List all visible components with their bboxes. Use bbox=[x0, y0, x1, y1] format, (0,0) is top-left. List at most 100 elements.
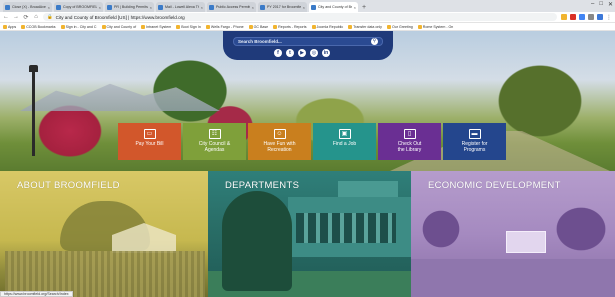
clipboard-icon: ☷ bbox=[208, 129, 221, 139]
bookmark-item[interactable]: City and County of bbox=[101, 24, 136, 29]
extension-icon[interactable] bbox=[570, 14, 576, 20]
bookmark-item[interactable]: GC Base bbox=[248, 24, 269, 29]
browser-tab[interactable]: Public Access Permits Onl× bbox=[207, 2, 256, 12]
bookmark-item[interactable]: Apps bbox=[3, 24, 16, 29]
bookmark-item[interactable]: CCOB Bookmarks bbox=[21, 24, 56, 29]
bookmark-item[interactable]: Joomla Republic bbox=[311, 24, 343, 29]
quick-link-tile[interactable]: ▬ Register for Programs bbox=[443, 123, 506, 160]
close-tab-icon[interactable]: × bbox=[99, 5, 101, 10]
lamp-post bbox=[29, 65, 38, 156]
extension-icon[interactable] bbox=[588, 14, 594, 20]
feature-panels: About Broomfield Departments Economic De… bbox=[0, 171, 615, 297]
panel-title: Departments bbox=[225, 180, 300, 191]
tab-title: PR | Building Permits bbox=[114, 5, 148, 9]
menu-icon[interactable]: ⋮ bbox=[606, 14, 612, 21]
quick-link-tile[interactable]: ▭ Pay Your Bill bbox=[118, 123, 181, 160]
close-tab-icon[interactable]: × bbox=[303, 5, 305, 10]
close-window-icon[interactable]: ✕ bbox=[608, 1, 613, 8]
bookmark-item[interactable]: Boot Sign In bbox=[176, 24, 201, 29]
home-icon[interactable]: ⌂ bbox=[33, 14, 39, 20]
bookmark-icon bbox=[248, 24, 253, 29]
address-bar: ← → ⟳ ⌂ 🔒 City and County of Broomfield … bbox=[0, 12, 615, 23]
favicon-icon bbox=[260, 4, 265, 10]
quick-link-tile[interactable]: ▯ Check Out the Library bbox=[378, 123, 441, 160]
bookmark-item[interactable]: Reports - Reports bbox=[273, 24, 307, 29]
instagram-icon[interactable]: ◎ bbox=[310, 49, 318, 57]
bookmark-label: Reports - Reports bbox=[278, 24, 307, 29]
tab-title: Mail - Lowell Alexa Thomas bbox=[165, 5, 199, 9]
lock-icon: 🔒 bbox=[47, 14, 53, 19]
close-tab-icon[interactable]: × bbox=[150, 5, 152, 10]
bookmark-icon bbox=[101, 24, 106, 29]
bookmark-item[interactable]: Wells Fargo - Phone bbox=[205, 24, 244, 29]
favicon-icon bbox=[209, 4, 214, 10]
bookmark-icon bbox=[205, 24, 210, 29]
browser-tab[interactable]: Mail - Lowell Alexa Thomas× bbox=[156, 2, 205, 12]
favicon-icon bbox=[311, 4, 316, 10]
browser-tab[interactable]: PY 2017 for Broomfield × bbox=[258, 2, 307, 12]
close-tab-icon[interactable]: × bbox=[252, 5, 254, 10]
tab-title: Public Access Permits Onl bbox=[216, 5, 250, 9]
panel-economic-development[interactable]: Economic Development bbox=[411, 171, 615, 297]
bookmark-icon bbox=[21, 24, 26, 29]
bookmark-icon bbox=[141, 24, 146, 29]
quick-link-tile[interactable]: ☺ Have Fun with Recreation bbox=[248, 123, 311, 160]
panel-title: Economic Development bbox=[428, 180, 561, 191]
bookmark-icon bbox=[60, 24, 65, 29]
browser-tab-bar: Close (X) - BroadAvenue×Copy of BROOMFIE… bbox=[0, 0, 615, 12]
close-tab-icon[interactable]: × bbox=[201, 5, 203, 10]
search-input[interactable]: Search Broomfield... ⚲ bbox=[233, 37, 383, 46]
extension-icon[interactable] bbox=[597, 14, 603, 20]
tab-title: Copy of BROOMFIELD bbox=[63, 5, 97, 9]
bookmark-item[interactable]: Intranet System bbox=[141, 24, 172, 29]
browser-tab[interactable]: Close (X) - BroadAvenue× bbox=[3, 2, 52, 12]
quick-link-tile[interactable]: ▣ Find a Job bbox=[313, 123, 376, 160]
panel-title: About Broomfield bbox=[17, 180, 120, 191]
building bbox=[288, 197, 411, 257]
panel-departments[interactable]: Departments bbox=[208, 171, 411, 297]
tile-label: Have Fun with Recreation bbox=[263, 141, 296, 153]
minimize-icon[interactable]: – bbox=[591, 1, 594, 8]
tile-label: Pay Your Bill bbox=[135, 141, 164, 147]
linkedin-icon[interactable]: in bbox=[322, 49, 330, 57]
browser-tab[interactable]: Copy of BROOMFIELD × bbox=[54, 2, 103, 12]
bookmark-item[interactable]: Sign in - City and C bbox=[60, 24, 97, 29]
bookmark-label: GC Base bbox=[253, 24, 269, 29]
facebook-icon[interactable]: f bbox=[274, 49, 282, 57]
back-icon[interactable]: ← bbox=[3, 14, 9, 20]
bookmark-label: Transfer data only bbox=[353, 24, 382, 29]
card-icon: ▭ bbox=[143, 129, 156, 139]
bookmark-label: Intranet System bbox=[146, 24, 172, 29]
tab-title: Close (X) - BroadAvenue bbox=[12, 5, 46, 9]
extension-icon[interactable] bbox=[579, 14, 585, 20]
youtube-icon[interactable]: ▶ bbox=[298, 49, 306, 57]
panel-about[interactable]: About Broomfield bbox=[0, 171, 208, 297]
maximize-icon[interactable]: □ bbox=[599, 1, 603, 8]
people-icon: ☺ bbox=[273, 129, 286, 139]
briefcase-icon: ▣ bbox=[338, 129, 351, 139]
browser-tab[interactable]: City and County of Broo× bbox=[309, 2, 358, 12]
bookmark-item[interactable]: Transfer data only bbox=[348, 24, 382, 29]
url-field[interactable]: 🔒 City and County of Broomfield [US] | h… bbox=[43, 13, 557, 21]
bookmark-icon bbox=[273, 24, 278, 29]
tab-title: City and County of Broo bbox=[318, 5, 352, 9]
url-text: City and County of Broomfield [US] | htt… bbox=[55, 14, 185, 20]
tab-title: PY 2017 for Broomfield bbox=[267, 5, 301, 9]
laptop-icon: ▬ bbox=[468, 129, 481, 139]
bookmark-item[interactable]: Our Greeting bbox=[386, 24, 413, 29]
bookmark-label: Boot Sign In bbox=[181, 24, 201, 29]
extensions: ⋮ bbox=[561, 14, 612, 21]
twitter-icon[interactable]: t bbox=[286, 49, 294, 57]
quick-link-tile[interactable]: ☷ City Council & Agendas bbox=[183, 123, 246, 160]
bookmark-item[interactable]: Rome System - On bbox=[417, 24, 453, 29]
favicon-icon bbox=[107, 4, 112, 10]
search-icon[interactable]: ⚲ bbox=[371, 38, 378, 45]
forward-icon[interactable]: → bbox=[13, 14, 19, 20]
search-placeholder: Search Broomfield... bbox=[238, 39, 282, 44]
new-tab-button[interactable]: + bbox=[360, 4, 368, 12]
browser-tab[interactable]: PR | Building Permits × bbox=[105, 2, 154, 12]
close-tab-icon[interactable]: × bbox=[48, 5, 50, 10]
close-tab-icon[interactable]: × bbox=[354, 5, 356, 10]
star-icon[interactable] bbox=[561, 14, 567, 20]
reload-icon[interactable]: ⟳ bbox=[23, 14, 29, 21]
